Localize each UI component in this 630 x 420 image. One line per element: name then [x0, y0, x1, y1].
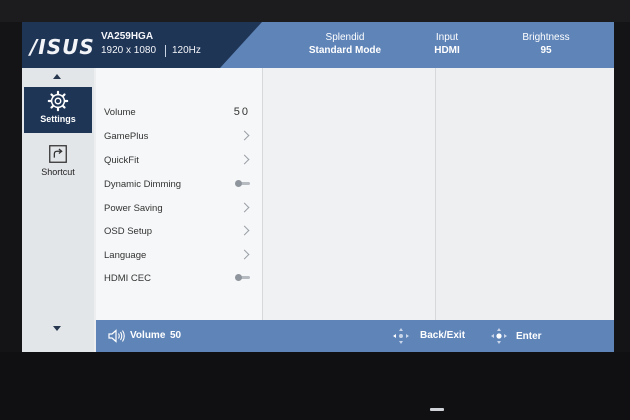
- sidebar-item-label: Settings: [40, 114, 76, 124]
- brightness-status: Brightness 95: [514, 32, 578, 56]
- menu-item-gameplus[interactable]: GamePlus: [104, 128, 256, 146]
- toggle-switch[interactable]: [235, 180, 250, 187]
- settings-menu: Volume 50 GamePlus QuickFit Dynamic Dimm…: [96, 68, 262, 320]
- gear-icon: [47, 90, 69, 112]
- monitor-bezel-top: [0, 0, 630, 22]
- menu-item-label: HDMI CEC: [104, 273, 151, 284]
- volume-value: 50: [233, 106, 250, 118]
- dpad-center-icon: [491, 328, 507, 344]
- menu-item-label: Language: [104, 250, 147, 261]
- osd-footer: Volume 50 Back/Exit Enter: [96, 320, 614, 352]
- brightness-label: Brightness: [522, 32, 570, 43]
- menu-item-hdmi-cec[interactable]: HDMI CEC: [104, 270, 256, 288]
- footer-volume-label: Volume: [130, 330, 166, 341]
- input-value: HDMI: [434, 45, 460, 56]
- menu-item-label: Volume: [104, 107, 136, 118]
- refresh-rate-text: 120Hz: [172, 45, 201, 56]
- menu-item-volume[interactable]: Volume 50: [104, 104, 256, 122]
- dpad-left-icon: [393, 328, 409, 344]
- osd-menu: /ISUS VA259HGA 1920 x 1080 120Hz Splendi…: [22, 22, 614, 352]
- input-status: Input HDMI: [422, 32, 472, 56]
- osd-header: /ISUS VA259HGA 1920 x 1080 120Hz Splendi…: [22, 22, 614, 68]
- monitor-bezel-bottom: [0, 352, 630, 420]
- submenu-detail-column: [436, 68, 614, 320]
- menu-item-osd-setup[interactable]: OSD Setup: [104, 223, 256, 241]
- resolution-text: 1920 x 1080: [101, 45, 157, 56]
- enter-label: Enter: [516, 331, 542, 342]
- menu-item-language[interactable]: Language: [104, 247, 256, 265]
- menu-item-power-saving[interactable]: Power Saving: [104, 200, 256, 218]
- menu-item-dynamic-dimming[interactable]: Dynamic Dimming: [104, 176, 256, 194]
- brightness-value: 95: [540, 45, 552, 56]
- shortcut-icon: [49, 145, 67, 163]
- splendid-label: Splendid: [325, 32, 365, 43]
- menu-item-quickfit[interactable]: QuickFit: [104, 152, 256, 170]
- chevron-right-icon: [239, 154, 250, 165]
- splendid-value: Standard Mode: [308, 45, 382, 56]
- chevron-right-icon: [239, 225, 250, 236]
- sidebar-item-label: Shortcut: [41, 167, 75, 177]
- menu-item-label: QuickFit: [104, 155, 139, 166]
- menu-item-label: Dynamic Dimming: [104, 179, 182, 190]
- toggle-switch[interactable]: [235, 274, 250, 281]
- asus-logo: /ISUS: [30, 35, 95, 59]
- sidebar-item-settings[interactable]: Settings: [24, 87, 92, 133]
- speaker-icon: [108, 329, 125, 343]
- scroll-down-arrow-icon[interactable]: [53, 326, 61, 331]
- osd-sidebar: Settings Shortcut: [22, 68, 94, 352]
- menu-item-label: GamePlus: [104, 131, 149, 142]
- chevron-right-icon: [239, 130, 250, 141]
- splendid-status: Splendid Standard Mode: [304, 32, 386, 56]
- submenu-column: [263, 68, 435, 320]
- power-led: [430, 408, 444, 411]
- model-name: VA259HGA: [101, 31, 154, 42]
- menu-item-label: Power Saving: [104, 203, 163, 214]
- input-label: Input: [435, 32, 459, 43]
- header-divider: [165, 45, 166, 57]
- chevron-right-icon: [239, 249, 250, 260]
- scroll-up-arrow-icon[interactable]: [53, 74, 61, 79]
- footer-volume-value: 50: [170, 330, 182, 341]
- sidebar-item-shortcut[interactable]: Shortcut: [24, 140, 92, 186]
- back-exit-label: Back/Exit: [420, 330, 466, 341]
- chevron-right-icon: [239, 202, 250, 213]
- menu-item-label: OSD Setup: [104, 226, 153, 237]
